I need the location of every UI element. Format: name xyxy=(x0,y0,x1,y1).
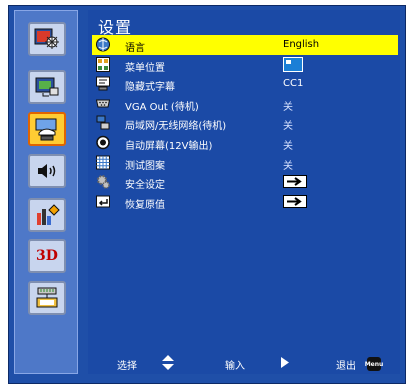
setting-row-auto-screen[interactable]: 自动屏幕(12V输出) 关 xyxy=(92,133,398,153)
setting-value[interactable]: 关 xyxy=(283,98,293,113)
lan-network-icon xyxy=(96,115,110,130)
setting-row-language[interactable]: 语言 English xyxy=(92,35,398,55)
setting-label: 局域网/无线网络(待机) xyxy=(125,121,227,133)
setting-label: 语言 xyxy=(125,43,145,54)
menu-position-icon xyxy=(96,56,110,72)
menu-key-icon: Menu xyxy=(365,357,383,371)
right-triangle-icon xyxy=(281,357,289,368)
setting-row-lan-wlan[interactable]: 局域网/无线网络(待机) 关 xyxy=(92,113,398,133)
auto-screen-icon xyxy=(96,135,110,150)
up-down-arrow-icon xyxy=(162,355,174,370)
footer-hints: 选择 输入 退出 Menu xyxy=(92,355,398,373)
setting-label: 安全设定 xyxy=(125,180,165,192)
sidebar-item-options[interactable] xyxy=(28,198,66,232)
setting-value[interactable]: 关 xyxy=(283,117,293,132)
exit-hint-label: 退出 xyxy=(336,361,356,372)
network-lan-icon xyxy=(36,287,58,308)
setting-row-vga-out[interactable]: VGA Out (待机) 关 xyxy=(92,94,398,114)
setting-label: 菜单位置 xyxy=(125,62,165,74)
setting-row-test-pattern[interactable]: 测试图案 关 xyxy=(92,153,398,173)
setting-row-closed-caption[interactable]: 隐藏式字幕 CC1 xyxy=(92,74,398,94)
enter-arrow-button[interactable] xyxy=(283,194,307,208)
setting-value[interactable]: 关 xyxy=(283,157,293,172)
setting-row-security[interactable]: 安全设定 xyxy=(92,172,398,192)
setting-label: 恢复原值 xyxy=(125,199,165,211)
sidebar-item-image[interactable] xyxy=(28,22,66,56)
enter-arrow-button[interactable] xyxy=(283,175,307,189)
enter-hint-label: 输入 xyxy=(225,361,245,372)
closed-caption-icon xyxy=(96,76,110,91)
setting-value[interactable]: 关 xyxy=(283,137,293,152)
sidebar-item-network[interactable] xyxy=(28,281,66,315)
image-settings-icon xyxy=(34,28,59,49)
setup-hand-icon xyxy=(35,118,57,141)
setting-value[interactable]: English xyxy=(283,39,319,50)
3d-icon: 3D xyxy=(36,248,58,264)
reset-icon xyxy=(96,195,110,208)
setting-row-menu-position[interactable]: 菜单位置 xyxy=(92,55,398,75)
options-chart-icon xyxy=(37,204,60,225)
setting-label: 隐藏式字幕 xyxy=(125,82,175,94)
sidebar-item-display[interactable] xyxy=(28,70,66,104)
volume-icon xyxy=(38,164,56,178)
select-hint-label: 选择 xyxy=(117,361,137,372)
setting-label: 自动屏幕(12V输出) xyxy=(125,140,213,152)
language-globe-icon xyxy=(96,37,110,52)
sidebar: 3D xyxy=(14,10,78,374)
security-gear-icon xyxy=(97,175,110,189)
setting-value[interactable]: CC1 xyxy=(283,78,303,89)
vga-port-icon xyxy=(96,99,110,108)
right-arrow-icon xyxy=(287,177,302,186)
right-arrow-icon xyxy=(287,196,302,206)
sidebar-item-3d[interactable]: 3D xyxy=(28,239,66,273)
setting-label: 测试图案 xyxy=(125,160,165,172)
menu-position-selector[interactable] xyxy=(283,56,303,72)
display-screen-icon xyxy=(35,77,59,97)
test-pattern-icon xyxy=(96,155,110,170)
sidebar-item-volume[interactable] xyxy=(28,154,66,188)
setting-row-reset[interactable]: 恢复原值 xyxy=(92,192,398,212)
settings-list: 语言 English 菜单位置 隐藏式字幕 CC1 VGA Out (待机) 关… xyxy=(92,35,398,211)
sidebar-item-setup[interactable] xyxy=(28,112,66,146)
setting-label: VGA Out (待机) xyxy=(125,101,199,113)
